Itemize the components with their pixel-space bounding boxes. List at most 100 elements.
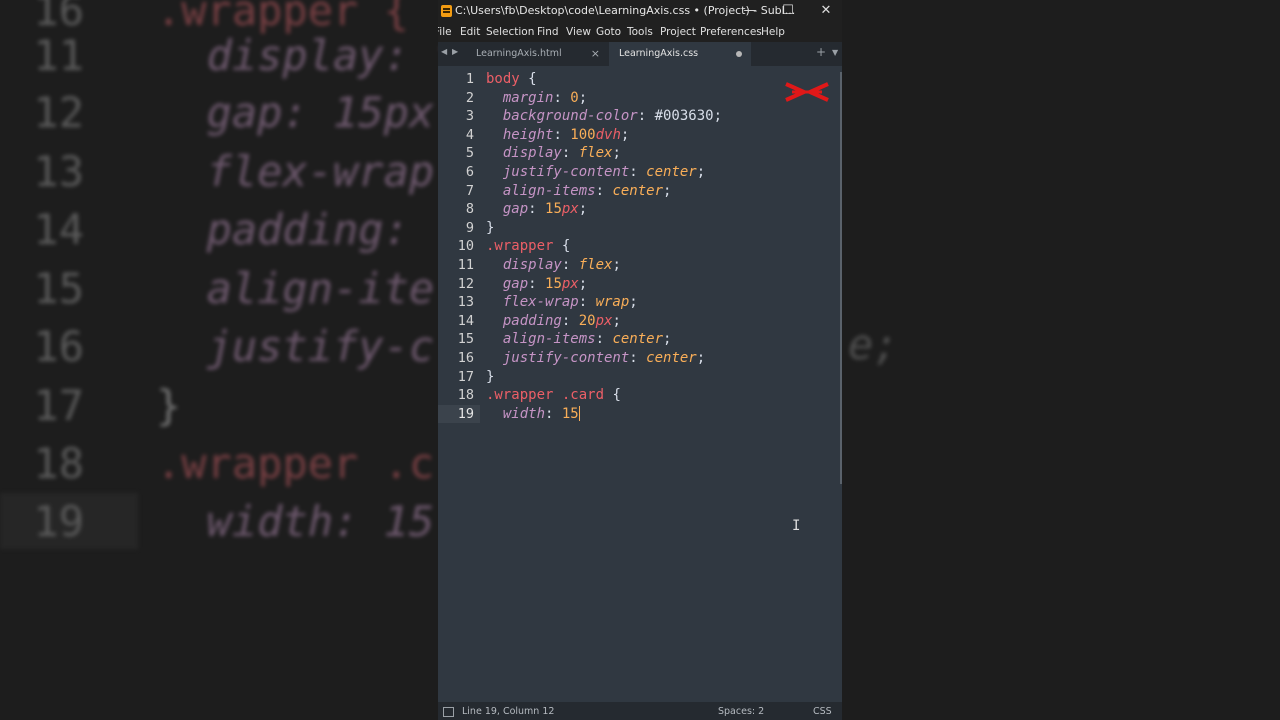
new-tab-icon[interactable]: + — [816, 45, 826, 59]
code-token: ; — [663, 331, 672, 348]
maximize-button[interactable]: ☐ — [769, 0, 807, 23]
menu-view[interactable]: View — [566, 26, 591, 38]
code-line[interactable]: 11 display: flex; — [438, 256, 840, 275]
background-fragment: e; — [848, 320, 899, 369]
code-token: wrap — [595, 294, 630, 311]
code-line[interactable]: 9} — [438, 219, 840, 238]
code-token: justify-content — [502, 350, 630, 366]
line-number: 12 — [457, 275, 474, 292]
code-token: } — [486, 368, 495, 385]
code-token: display — [502, 257, 562, 273]
menu-selection[interactable]: Selection — [486, 26, 534, 38]
background-code-text: } — [156, 381, 182, 430]
background-code-row: 11 display: f — [0, 27, 459, 85]
code-line[interactable]: 8 gap: 15px; — [438, 200, 840, 219]
tab-close-icon[interactable]: × — [591, 42, 600, 66]
code-line[interactable]: 1 body { — [438, 70, 840, 89]
code-text: gap: 15px; — [486, 200, 587, 219]
code-line[interactable]: 15 align-items: center; — [438, 330, 840, 349]
code-line[interactable]: 5 display: flex; — [438, 144, 840, 163]
tab-prev-icon[interactable]: ◀ — [441, 47, 447, 56]
code-token: ; — [612, 312, 621, 329]
menu-tools[interactable]: Tools — [627, 26, 653, 38]
code-token: ; — [713, 108, 723, 125]
code-line[interactable]: 6 justify-content: center; — [438, 163, 840, 182]
code-token: dvh — [595, 126, 621, 143]
status-position[interactable]: Line 19, Column 12 — [462, 706, 554, 717]
code-token: body — [486, 71, 520, 87]
code-token: width — [502, 405, 546, 422]
line-number: 15 — [457, 331, 474, 348]
menu-file[interactable]: File — [438, 26, 452, 38]
menu-project[interactable]: Project — [660, 26, 696, 38]
tab-label: LearningAxis.css — [619, 48, 699, 59]
menu-preferences[interactable]: Preferences — [700, 26, 762, 38]
line-number: 13 — [457, 294, 474, 311]
code-token: display — [502, 145, 562, 162]
code-token: gap — [502, 201, 529, 218]
menu-find[interactable]: Find — [537, 26, 559, 38]
unsaved-dot-icon[interactable] — [736, 51, 742, 57]
status-syntax[interactable]: CSS — [813, 706, 832, 717]
code-token: ; — [620, 126, 630, 143]
tab-learningaxis-html[interactable]: LearningAxis.html × — [466, 42, 608, 66]
code-token: 15 — [545, 201, 562, 218]
mouse-ibeam-cursor-icon: I — [792, 518, 801, 534]
code-line[interactable]: 18 .wrapper .card { — [438, 386, 840, 405]
code-token: { — [604, 387, 621, 404]
brand-logo — [785, 82, 829, 102]
line-number: 10 — [457, 238, 474, 255]
code-line[interactable]: 3 background-color: #003630; — [438, 107, 840, 126]
menu-help[interactable]: Help — [761, 26, 785, 38]
menu-edit[interactable]: Edit — [460, 26, 480, 38]
code-line[interactable]: 19 width: 15 — [438, 404, 840, 424]
vertical-scrollbar[interactable] — [840, 72, 842, 484]
code-token: align-items — [502, 331, 596, 348]
tab-label: LearningAxis.html — [476, 48, 562, 59]
minimize-button[interactable]: — — [731, 0, 769, 23]
line-number: 11 — [457, 257, 474, 273]
code-line[interactable]: 12 gap: 15px; — [438, 275, 840, 294]
code-token: px — [561, 201, 579, 218]
code-line[interactable]: 10 .wrapper { — [438, 237, 840, 256]
tab-learningaxis-css[interactable]: LearningAxis.css — [609, 42, 751, 66]
menu-goto[interactable]: Goto — [596, 26, 621, 38]
code-text: flex-wrap: wrap; — [486, 293, 638, 312]
code-line[interactable]: 13 flex-wrap: wrap; — [438, 293, 840, 312]
code-text: justify-content: center; — [486, 349, 705, 368]
code-text: background-color: #003630; — [486, 107, 722, 126]
code-token: ; — [612, 145, 621, 162]
tab-menu-icon[interactable]: ▼ — [832, 48, 838, 57]
text-caret — [578, 405, 580, 421]
code-line[interactable]: 17} — [438, 368, 840, 387]
code-line[interactable]: 4 height: 100dvh; — [438, 126, 840, 145]
code-token: : — [595, 182, 613, 199]
panel-toggle-icon[interactable] — [443, 707, 454, 717]
code-token: 15 — [561, 405, 579, 422]
close-button[interactable]: ✕ — [807, 0, 842, 23]
code-token: #003630 — [654, 108, 714, 125]
background-line-number: 11 — [33, 31, 84, 80]
code-line[interactable]: 2 margin: 0; — [438, 89, 840, 108]
code-token: ; — [629, 294, 638, 311]
code-token: ; — [696, 350, 706, 366]
code-editor[interactable]: 1 body {2 margin: 0; 3 background-color: #… — [438, 66, 842, 702]
code-line[interactable]: 7 align-items: center; — [438, 182, 840, 201]
code-line[interactable]: 14 padding: 20px; — [438, 312, 840, 331]
code-token: flex — [578, 145, 613, 162]
code-token: px — [561, 275, 579, 292]
background-line-number: 18 — [33, 439, 84, 488]
status-indent[interactable]: Spaces: 2 — [718, 706, 764, 717]
code-token: : — [578, 294, 596, 311]
code-token: : — [528, 201, 546, 218]
code-token: : — [528, 275, 546, 292]
tab-next-icon[interactable]: ▶ — [452, 47, 458, 56]
code-line[interactable]: 16 justify-content: center; — [438, 349, 840, 368]
